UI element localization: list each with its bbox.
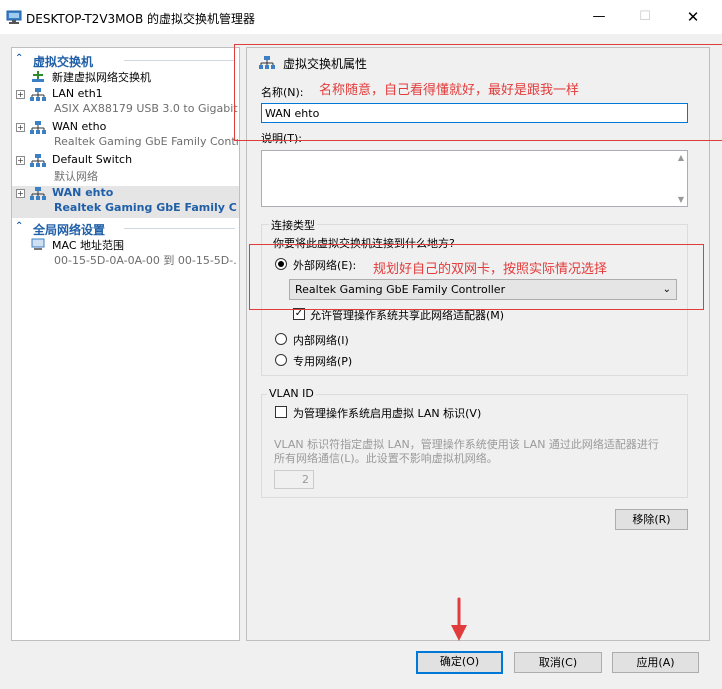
network-switch-icon bbox=[30, 88, 46, 101]
scroll-up-icon[interactable]: ▲ bbox=[678, 153, 684, 162]
vlan-enable-label: 为管理操作系统启用虚拟 LAN 标识(V) bbox=[293, 407, 482, 420]
collapse-chevron-icon[interactable]: ⌃ bbox=[15, 221, 23, 232]
tree-item-default-switch[interactable]: + Default Switch 默认网络 bbox=[12, 153, 239, 185]
expand-icon[interactable]: + bbox=[16, 156, 25, 165]
network-switch-icon bbox=[30, 187, 46, 200]
new-switch-icon bbox=[32, 71, 44, 82]
internal-network-radio[interactable] bbox=[275, 333, 287, 345]
apply-button[interactable]: 应用(A) bbox=[612, 652, 699, 673]
mac-address-icon bbox=[31, 238, 45, 250]
virtual-switch-manager-icon bbox=[6, 10, 22, 24]
tree-item-label: MAC 地址范围 bbox=[52, 239, 124, 252]
close-button[interactable]: ✕ bbox=[670, 0, 716, 34]
expand-icon[interactable]: + bbox=[16, 123, 25, 132]
tree-item-label: Default Switch bbox=[52, 153, 133, 166]
cancel-button[interactable]: 取消(C) bbox=[514, 652, 602, 673]
tree-item-adapter: ASIX AX88179 USB 3.0 to Gigabit ... bbox=[54, 102, 238, 115]
tree-item-adapter: Realtek Gaming GbE Family Controller bbox=[54, 135, 238, 148]
tree-item-value: 00-15-5D-0A-0A-00 到 00-15-5D-... bbox=[54, 254, 238, 267]
collapse-chevron-icon[interactable]: ⌃ bbox=[15, 53, 23, 64]
tree-item-new-switch[interactable]: 新建虚拟网络交换机 bbox=[12, 69, 239, 85]
expand-icon[interactable]: + bbox=[16, 90, 25, 99]
tree-item-label: WAN etho bbox=[52, 120, 107, 133]
connection-type-label: 连接类型 bbox=[269, 217, 317, 233]
virtual-switches-section-header[interactable]: ⌃ 虚拟交换机 bbox=[12, 52, 239, 69]
ok-arrow-annotation bbox=[451, 597, 467, 641]
notes-textarea[interactable]: ▲ ▼ bbox=[261, 150, 688, 207]
network-switch-icon bbox=[30, 121, 46, 134]
vlan-title: VLAN ID bbox=[267, 387, 316, 400]
vlan-id-input[interactable]: 2 bbox=[274, 470, 314, 489]
switch-properties-panel: 虚拟交换机属性 名称(N): WAN ehto 说明(T): ▲ ▼ 连接类型 … bbox=[234, 44, 722, 641]
adapter-annotation-box bbox=[249, 244, 704, 310]
tree-item-label: WAN ehto bbox=[52, 186, 114, 199]
adapter-annotation-text: 规划好自己的双网卡，按照实际情况选择 bbox=[373, 262, 608, 277]
scroll-down-icon[interactable]: ▼ bbox=[678, 195, 684, 204]
tree-item-mac-range[interactable]: MAC 地址范围 00-15-5D-0A-0A-00 到 00-15-5D-..… bbox=[12, 237, 239, 269]
global-network-settings-header[interactable]: ⌃ 全局网络设置 bbox=[12, 220, 239, 237]
expand-icon[interactable]: + bbox=[16, 189, 25, 198]
vlan-enable-checkbox[interactable] bbox=[275, 406, 287, 418]
tree-item-adapter: Realtek Gaming GbE Family C... bbox=[54, 201, 238, 214]
window-title: DESKTOP-T2V3MOB 的虚拟交换机管理器 bbox=[26, 12, 256, 26]
switch-tree-panel: ⌃ 虚拟交换机 新建虚拟网络交换机 + LAN eth1 ASIX AX8817… bbox=[11, 47, 240, 641]
tree-item-wan-ehto[interactable]: + WAN ehto Realtek Gaming GbE Family C..… bbox=[12, 186, 239, 218]
network-switch-icon bbox=[30, 154, 46, 167]
private-network-radio[interactable] bbox=[275, 354, 287, 366]
tree-item-label: LAN eth1 bbox=[52, 87, 103, 100]
virtual-switches-section-label: 虚拟交换机 bbox=[33, 55, 94, 69]
internal-network-label: 内部网络(I) bbox=[293, 334, 349, 347]
tree-item-lan-eth1[interactable]: + LAN eth1 ASIX AX88179 USB 3.0 to Gigab… bbox=[12, 87, 239, 119]
tree-item-label: 新建虚拟网络交换机 bbox=[52, 71, 151, 84]
global-network-settings-label: 全局网络设置 bbox=[33, 223, 106, 237]
name-annotation-text: 名称随意，自己看得懂就好，最好是跟我一样 bbox=[319, 83, 580, 98]
vlan-id-value: 2 bbox=[302, 473, 309, 486]
tree-item-adapter: 默认网络 bbox=[54, 170, 98, 183]
section-divider bbox=[124, 228, 235, 229]
tree-item-wan-etho[interactable]: + WAN etho Realtek Gaming GbE Family Con… bbox=[12, 120, 239, 152]
ok-button[interactable]: 确定(O) bbox=[416, 651, 503, 674]
vlan-description: 所有网络通信(L)。此设置不影响虚拟机网络。 bbox=[274, 452, 498, 465]
maximize-button[interactable]: ☐ bbox=[622, 0, 668, 34]
minimize-button[interactable]: — bbox=[576, 0, 622, 34]
private-network-label: 专用网络(P) bbox=[293, 355, 353, 368]
remove-button[interactable]: 移除(R) bbox=[615, 509, 688, 530]
title-bar: DESKTOP-T2V3MOB 的虚拟交换机管理器 — ☐ ✕ bbox=[0, 0, 722, 34]
section-divider bbox=[124, 60, 235, 61]
